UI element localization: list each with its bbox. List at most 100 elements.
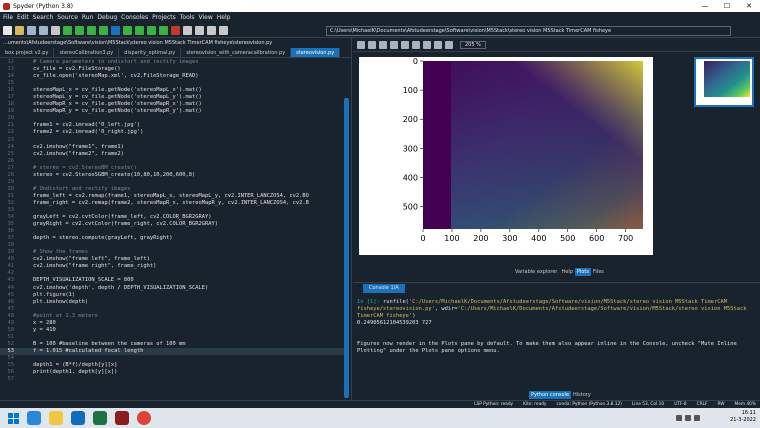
menu-edit[interactable]: Edit	[17, 14, 29, 21]
clock[interactable]: 16:11 21-3-2022	[730, 410, 756, 424]
code-line[interactable]: 21 frame1 = cv2.imread('0_left.jpg')	[0, 122, 344, 129]
editor-scrollbar[interactable]	[344, 98, 349, 398]
code-line[interactable]: 46 plt.imshow(depth)	[0, 299, 344, 306]
code-line[interactable]: 56 print(depth1, depth[y][x])	[0, 369, 344, 376]
tab-files[interactable]: Files	[591, 268, 606, 276]
menu-projects[interactable]: Projects	[152, 14, 176, 21]
save-all-icon[interactable]	[39, 25, 48, 35]
menu-file[interactable]: File	[3, 14, 13, 21]
code-line[interactable]: 24 cv2.imshow("frame1", frame1)	[0, 144, 344, 151]
stop-debug-icon[interactable]	[171, 25, 180, 35]
save-all-plots-icon[interactable]	[368, 40, 376, 49]
code-line[interactable]: 23	[0, 137, 344, 144]
code-line[interactable]: 13 cv_file = cv2.FileStorage()	[0, 66, 344, 73]
code-line[interactable]: 49 x = 280	[0, 320, 344, 327]
working-directory-field[interactable]: C:\Users\MichaelK\Documents\Afstudeersta…	[326, 26, 731, 36]
code-line[interactable]: 12 # Camera parameters to undistort and …	[0, 59, 344, 66]
code-line[interactable]: 43 DEPTH_VISUALIZATION_SCALE = 800	[0, 277, 344, 284]
code-line[interactable]: 37 depth = stereo.compute(grayLeft, gray…	[0, 235, 344, 242]
code-line[interactable]: 17 stereoMapL_y = cv_file.getNode('stere…	[0, 94, 344, 101]
code-line[interactable]: 27 # stereo = cv2.StereoBM_create()	[0, 165, 344, 172]
maximize-pane-icon[interactable]	[183, 25, 192, 35]
edge-icon[interactable]	[27, 411, 41, 425]
code-line[interactable]: 42	[0, 270, 344, 277]
menu-search[interactable]: Search	[33, 14, 54, 21]
step-into-icon[interactable]	[135, 25, 144, 35]
step-return-icon[interactable]	[147, 25, 156, 35]
close-window-button[interactable]: ✕	[738, 2, 760, 10]
code-line[interactable]: 28 stereo = cv2.StereoSGBM_create(10,80,…	[0, 172, 344, 179]
menu-debug[interactable]: Debug	[97, 14, 117, 21]
zoom-out-icon[interactable]	[445, 40, 453, 49]
debug-icon[interactable]	[111, 25, 120, 35]
run-selection-icon[interactable]	[99, 25, 108, 35]
code-line[interactable]: 57	[0, 376, 344, 383]
new-file-icon[interactable]	[3, 25, 12, 35]
code-line[interactable]: 39 # Show the frames	[0, 249, 344, 256]
tab-variable-explorer[interactable]: Variable explorer	[513, 268, 559, 276]
print-icon[interactable]	[51, 25, 60, 35]
menu-tools[interactable]: Tools	[180, 14, 195, 21]
code-line[interactable]: 18 stereoMapR_x = cv_file.getNode('stere…	[0, 101, 344, 108]
code-line[interactable]: 34 grayLeft = cv2.cvtColor(frame_left, c…	[0, 214, 344, 221]
console-output[interactable]: In [1]: runfile('C:/Users/MichaelK/Docum…	[357, 299, 750, 355]
code-line[interactable]: 20	[0, 115, 344, 122]
code-line[interactable]: 14 cv_file.open('stereoMap.xml', cv2.Fil…	[0, 73, 344, 80]
code-line[interactable]: 30 # Undistort and rectify images	[0, 186, 344, 193]
editor-tab-3[interactable]: stereovision_with_cameracalibration.py	[181, 48, 292, 57]
code-line[interactable]: 51	[0, 334, 344, 341]
code-line[interactable]: 15	[0, 80, 344, 87]
code-line[interactable]: 25 cv2.imshow("frame2", frame2)	[0, 151, 344, 158]
maximize-button[interactable]: ☐	[716, 2, 738, 10]
step-icon[interactable]	[123, 25, 132, 35]
save-plot-icon[interactable]	[357, 40, 365, 49]
code-line[interactable]: 40 cv2.imshow("frame left", frame_left)	[0, 256, 344, 263]
settings-icon[interactable]	[195, 25, 204, 35]
code-line[interactable]: 38	[0, 242, 344, 249]
tab-help[interactable]: Help	[559, 268, 574, 276]
menu-consoles[interactable]: Consoles	[121, 14, 148, 21]
code-line[interactable]: 47	[0, 306, 344, 313]
plot-thumbnail[interactable]	[694, 57, 754, 107]
forward-icon[interactable]	[219, 25, 228, 35]
remove-all-plots-icon[interactable]	[401, 40, 409, 49]
tray-chevron-icon[interactable]	[676, 415, 682, 421]
code-line[interactable]: 31 frame_left = cv2.remap(frame1, stereo…	[0, 193, 344, 200]
code-line[interactable]: 29	[0, 179, 344, 186]
file-explorer-icon[interactable]	[49, 411, 63, 425]
code-area[interactable]: 12 # Camera parameters to undistort and …	[0, 59, 344, 397]
menu-run[interactable]: Run	[82, 14, 94, 21]
code-line[interactable]: 45 plt.figure(1)	[0, 292, 344, 299]
continue-icon[interactable]	[159, 25, 168, 35]
chrome-icon[interactable]	[137, 411, 151, 425]
windows-start-icon[interactable]	[8, 412, 19, 424]
editor-tab-4[interactable]: stereovision.py	[291, 48, 341, 57]
code-line[interactable]: 16 stereoMapL_x = cv_file.getNode('stere…	[0, 87, 344, 94]
code-line[interactable]: 48 #point at 1.3 meters	[0, 313, 344, 320]
editor-tab-2[interactable]: disparity_optimal.py	[119, 48, 182, 57]
code-line[interactable]: 50 y = 410	[0, 327, 344, 334]
status-lsp[interactable]: LSP Python: ready	[474, 402, 513, 407]
code-line[interactable]: 54	[0, 355, 344, 362]
code-line[interactable]: 55 depth1 = (B*f)/depth[y][x]	[0, 362, 344, 369]
previous-plot-icon[interactable]	[412, 40, 420, 49]
code-line[interactable]: 41 cv2.imshow("frame right", frame_right…	[0, 263, 344, 270]
spyder-taskbar-icon[interactable]	[115, 411, 129, 425]
remove-plot-icon[interactable]	[390, 40, 398, 49]
open-file-icon[interactable]	[15, 25, 24, 35]
zoom-level[interactable]: 205 %	[460, 40, 486, 49]
pythonpath-icon[interactable]	[207, 25, 216, 35]
code-line[interactable]: 36	[0, 228, 344, 235]
run-cell-advance-icon[interactable]	[87, 25, 96, 35]
code-line[interactable]: 35 grayRight = cv2.cvtColor(frame_right,…	[0, 221, 344, 228]
code-line[interactable]: 19 stereoMapR_y = cv_file.getNode('stere…	[0, 108, 344, 115]
excel-icon[interactable]	[93, 411, 107, 425]
menu-view[interactable]: View	[199, 14, 213, 21]
menu-source[interactable]: Source	[57, 14, 78, 21]
code-line[interactable]: 32 frame_right = cv2.remap(frame2, stere…	[0, 200, 344, 207]
tab-python-console[interactable]: Python console	[529, 391, 572, 399]
tab-plots[interactable]: Plots	[574, 268, 591, 276]
run-cell-icon[interactable]	[75, 25, 84, 35]
code-line[interactable]: 53 f = 1.015 #calculated focal length	[0, 347, 344, 355]
zoom-in-icon[interactable]	[434, 40, 442, 49]
